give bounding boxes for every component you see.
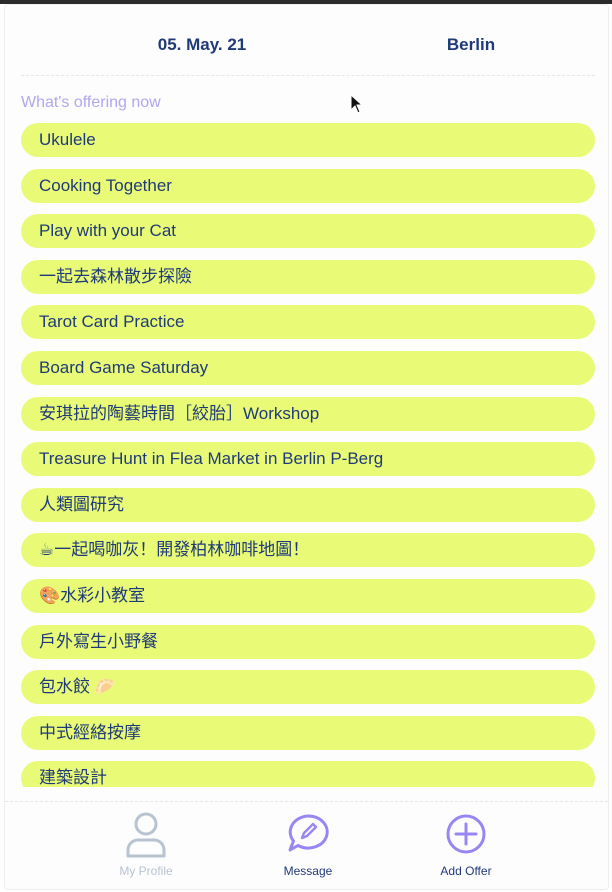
nav-my-profile[interactable]: My Profile xyxy=(91,810,201,882)
offer-item[interactable]: Play with your Cat xyxy=(21,214,595,249)
nav-add-offer-label: Add Offer xyxy=(440,864,492,878)
current-city[interactable]: Berlin xyxy=(411,35,531,55)
offer-item[interactable]: 戶外寫生小野餐 xyxy=(21,624,595,659)
offer-item[interactable]: 🎨水彩小教室 xyxy=(21,578,595,613)
offer-item[interactable]: 建築設計 xyxy=(21,761,595,787)
app-frame: 05. May. 21 Berlin What's offering now U… xyxy=(4,4,609,890)
offer-list-viewport[interactable]: Ukulele Cooking Together Play with your Ca… xyxy=(21,123,595,787)
person-icon xyxy=(126,812,166,858)
offer-item[interactable]: Ukulele xyxy=(21,123,595,157)
section-title: What's offering now xyxy=(21,94,161,111)
offer-item[interactable]: 一起去森林散步探險 xyxy=(21,259,595,294)
nav-add-offer[interactable]: Add Offer xyxy=(411,810,521,882)
offer-item[interactable]: 中式經絡按摩 xyxy=(21,715,595,750)
offer-item[interactable]: 包水餃 🥟 xyxy=(21,670,595,705)
offer-item[interactable]: Cooking Together xyxy=(21,168,595,203)
bottom-nav: My Profile Message Add Offer xyxy=(5,801,608,889)
offer-list: Ukulele Cooking Together Play with your Ca… xyxy=(21,123,595,787)
nav-message[interactable]: Message xyxy=(253,810,363,882)
offer-item[interactable]: Tarot Card Practice xyxy=(21,305,595,340)
offer-item[interactable]: 人類圖研究 xyxy=(21,487,595,522)
nav-message-label: Message xyxy=(283,864,333,878)
nav-my-profile-label: My Profile xyxy=(119,864,173,878)
mouse-cursor-icon xyxy=(350,94,364,114)
offer-item[interactable]: Board Game Saturday xyxy=(21,350,595,385)
offer-item[interactable]: Treasure Hunt in Flea Market in Berlin P… xyxy=(21,442,595,477)
current-date: 05. May. 21 xyxy=(157,35,247,54)
chat-pencil-icon xyxy=(288,814,329,852)
offer-item[interactable]: 安琪拉的陶藝時間［絞胎］Workshop xyxy=(21,396,595,431)
header: 05. May. 21 Berlin xyxy=(21,5,595,76)
plus-circle-icon xyxy=(446,814,486,854)
offer-item[interactable]: ☕一起喝咖灰！開發柏林咖啡地圖！ xyxy=(21,533,595,568)
